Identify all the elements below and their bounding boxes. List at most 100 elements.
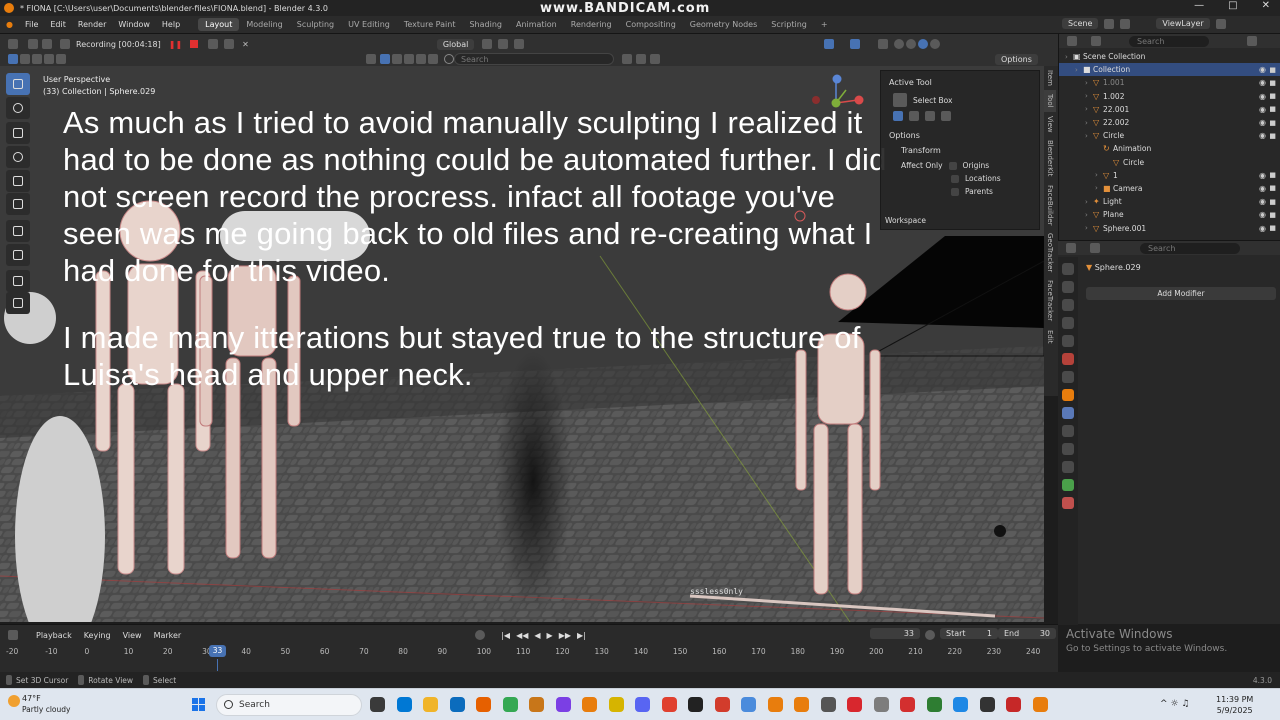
view-layer-filter-icon[interactable] — [366, 54, 376, 64]
visibility-eye-icon[interactable]: ◉ — [1259, 92, 1266, 101]
mode-extend-icon[interactable] — [909, 111, 919, 121]
taskbar-app-icon[interactable] — [635, 697, 650, 712]
expand-arrow-icon[interactable]: › — [1085, 92, 1093, 100]
proportional-edit-icon[interactable] — [514, 39, 525, 49]
current-frame-field[interactable]: 33 — [870, 628, 920, 639]
outliner-row[interactable]: › ▽ 22.001 ◉ ■ — [1059, 103, 1280, 116]
tab-facebuilder[interactable]: FaceBuilder — [1044, 181, 1056, 230]
taskbar-app-icon[interactable] — [847, 697, 862, 712]
taskbar-app-icon[interactable] — [423, 697, 438, 712]
select-box-row[interactable]: Select Box — [893, 93, 1031, 107]
blender-menu-icon[interactable]: ● — [0, 20, 19, 29]
tool-rotate[interactable] — [6, 146, 30, 168]
taskbar-app-icon[interactable] — [953, 697, 968, 712]
maximize-icon[interactable]: □ — [1228, 0, 1237, 11]
visibility-eye-icon[interactable]: ◉ — [1259, 78, 1266, 87]
expand-arrow-icon[interactable]: › — [1085, 211, 1093, 219]
taskbar-clock[interactable]: 11:39 PM 5/9/2025 — [1216, 694, 1253, 716]
taskbar-app-icon[interactable] — [661, 697, 677, 712]
mode-invert-icon[interactable] — [941, 111, 951, 121]
orientation-dropdown[interactable]: Global — [436, 38, 475, 50]
frame-ruler[interactable]: -20 -10 0 10 20 30 40 50 60 70 80 90 100 110 120 130 140… — [0, 645, 1058, 659]
properties-editor-icon[interactable] — [1066, 243, 1076, 253]
render-camera-icon[interactable]: ■ — [1269, 132, 1276, 140]
collection-tab-icon[interactable] — [1062, 371, 1074, 383]
current-frame-marker[interactable]: 33 — [209, 645, 226, 657]
scene-tab-icon[interactable] — [1062, 335, 1074, 347]
expand-arrow-icon[interactable]: › — [1095, 171, 1103, 179]
shading-wireframe-icon[interactable] — [894, 39, 905, 49]
shading-icon-a[interactable] — [392, 54, 402, 64]
add-workspace-icon[interactable]: + — [814, 18, 835, 31]
tab-item[interactable]: Item — [1044, 66, 1056, 90]
shading-material-icon[interactable] — [918, 39, 929, 49]
expand-arrow-icon[interactable]: › — [1085, 224, 1093, 232]
minimize-icon[interactable]: — — [1194, 0, 1204, 11]
tab-tool[interactable]: Tool — [1044, 89, 1056, 112]
expand-arrow-icon[interactable]: › — [1085, 79, 1093, 87]
add-modifier-button[interactable]: Add Modifier — [1086, 287, 1276, 300]
shading-rendered-icon[interactable] — [930, 39, 941, 49]
taskbar-app-icon[interactable] — [926, 697, 942, 712]
clock-icon[interactable] — [925, 630, 935, 640]
new-view-layer-icon[interactable] — [1215, 18, 1226, 29]
xray-icon[interactable] — [878, 39, 889, 49]
playback-menu[interactable]: Playback — [30, 631, 78, 640]
select-mode-icon[interactable] — [8, 54, 18, 64]
record-keyframe-icon[interactable] — [475, 630, 486, 640]
expand-arrow-icon[interactable]: › — [1065, 53, 1073, 61]
snap-icon[interactable] — [498, 39, 509, 49]
tab-geotracker[interactable]: GeoTracker — [1044, 229, 1056, 276]
outliner-row[interactable]: ↻ Animation — [1059, 142, 1280, 155]
system-tray[interactable]: ^ ☼ ♫ — [1160, 699, 1189, 709]
tool-cursor[interactable] — [6, 97, 30, 119]
visibility-eye-icon[interactable]: ◉ — [1259, 224, 1266, 233]
tool-add-cube[interactable] — [6, 270, 30, 292]
taskbar-app-icon[interactable] — [449, 697, 465, 712]
tab-blenderkit[interactable]: BlenderKit — [1044, 136, 1056, 180]
expand-arrow-icon[interactable]: › — [1095, 184, 1103, 192]
tool-select-box[interactable] — [6, 73, 30, 95]
taskbar-app-icon[interactable] — [396, 697, 412, 712]
marker-menu[interactable]: Marker — [148, 631, 188, 640]
taskbar-app-icon[interactable] — [555, 697, 571, 712]
transform-header[interactable]: Transform — [901, 146, 1031, 155]
visibility-eye-icon[interactable]: ◉ — [1259, 105, 1266, 114]
pin-list-icon[interactable] — [1090, 243, 1100, 253]
tool-measure[interactable] — [6, 244, 30, 266]
keying-menu[interactable]: Keying — [78, 631, 117, 640]
tool-add-object[interactable] — [6, 292, 30, 314]
properties-search-input[interactable]: Search — [1140, 242, 1240, 254]
expand-arrow-icon[interactable]: › — [1085, 132, 1093, 140]
options-dropdown[interactable]: Options — [995, 53, 1038, 65]
expand-arrow-icon[interactable]: › — [1085, 105, 1093, 113]
menu-icon[interactable] — [28, 39, 38, 49]
menu-file[interactable]: File — [19, 20, 44, 29]
viewport-search-input[interactable]: Search — [454, 53, 614, 65]
view-menu[interactable]: View — [117, 631, 148, 640]
render-camera-icon[interactable]: ■ — [1269, 66, 1276, 74]
tab-scripting[interactable]: Scripting — [764, 18, 814, 31]
visibility-eye-icon[interactable]: ◉ — [1259, 210, 1266, 219]
visibility-eye-icon[interactable]: ◉ — [1259, 118, 1266, 127]
tab-rendering[interactable]: Rendering — [564, 18, 619, 31]
weather-widget[interactable]: 47°F Partly cloudy — [22, 693, 70, 715]
stop-icon[interactable] — [190, 40, 199, 48]
render-camera-icon[interactable]: ■ — [1269, 105, 1276, 113]
filter-icon[interactable] — [636, 54, 646, 64]
screenshot-icon[interactable] — [208, 39, 219, 49]
outliner-row[interactable]: › ▽ Circle ◉ ■ — [1059, 129, 1280, 142]
tab-compositing[interactable]: Compositing — [619, 18, 683, 31]
taskbar-search-input[interactable]: Search — [216, 694, 362, 716]
outliner-row[interactable]: › ▽ 22.002 ◉ ■ — [1059, 116, 1280, 129]
jump-end-icon[interactable]: ▶| — [577, 631, 586, 640]
taskbar-app-icon[interactable] — [873, 697, 889, 712]
outliner-row[interactable]: › ▣ Scene Collection — [1059, 50, 1280, 63]
menu-help[interactable]: Help — [156, 20, 186, 29]
timeline-editor-icon[interactable] — [8, 630, 18, 640]
pivot-icon[interactable] — [482, 39, 493, 49]
expand-arrow-icon[interactable]: › — [1085, 119, 1093, 127]
taskbar-app-icon[interactable] — [979, 697, 995, 712]
render-tab-icon[interactable] — [1062, 281, 1074, 293]
weather-icon[interactable] — [8, 695, 20, 707]
